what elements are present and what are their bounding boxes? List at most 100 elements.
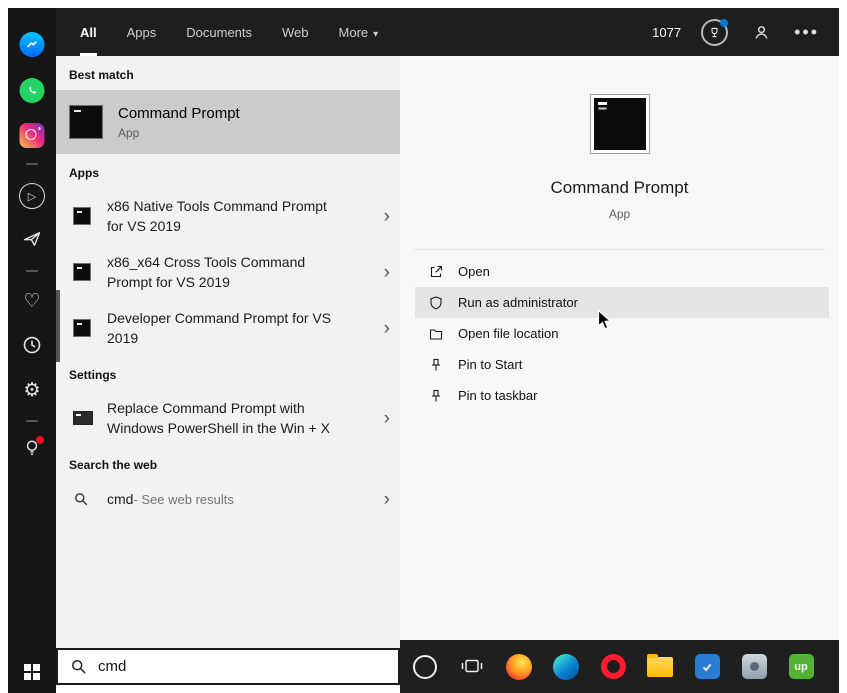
lightbulb-icon[interactable] <box>23 436 44 457</box>
start-button[interactable] <box>8 650 56 693</box>
action-label: Pin to taskbar <box>458 388 538 403</box>
chevron-down-icon <box>373 25 378 40</box>
whatsapp-icon[interactable] <box>19 78 45 103</box>
search-header: All Apps Documents Web More 1077 <box>56 8 839 56</box>
send-plane-icon[interactable] <box>22 229 42 249</box>
result-title: Developer Command Prompt for VS 2019 <box>107 310 332 346</box>
uipath-label: up <box>788 654 814 679</box>
pin-icon <box>432 389 440 401</box>
action-open-file-location[interactable]: Open file location <box>415 318 829 349</box>
result-preview-panel: Command Prompt App Open Run as administr… <box>400 56 839 640</box>
tab-more-label: More <box>338 24 369 40</box>
action-label: Open file location <box>458 326 559 341</box>
clock-icon[interactable] <box>22 335 42 355</box>
action-pin-to-start[interactable]: Pin to Start <box>415 349 829 380</box>
tab-apps[interactable]: Apps <box>127 8 157 56</box>
best-match-text: Command Prompt App <box>118 105 240 140</box>
best-match-label: Best match <box>69 68 134 82</box>
sidebar-divider <box>26 270 38 272</box>
result-item[interactable]: Replace Command Prompt with Windows Powe… <box>56 390 400 446</box>
tab-apps-label: Apps <box>126 24 157 40</box>
feedback-headset-icon[interactable] <box>748 19 774 45</box>
camera-dot-glyph <box>38 127 41 130</box>
firefox-icon[interactable] <box>506 653 532 680</box>
windows-search-screen: All Apps Documents Web More 1077 Best ma… <box>0 0 847 693</box>
taskbar: up <box>400 640 839 693</box>
command-prompt-large-icon <box>589 94 650 154</box>
camera-lens-glyph <box>25 129 37 140</box>
preview-title: Command Prompt <box>550 178 689 197</box>
left-app-sidebar <box>8 8 56 693</box>
search-web-section-label: Search the web <box>69 458 158 472</box>
chevron-right-icon <box>384 409 390 428</box>
tab-documents[interactable]: Documents <box>186 8 252 56</box>
apps-section-label: Apps <box>69 166 99 180</box>
gear-icon[interactable] <box>23 379 40 402</box>
chevron-right-icon <box>384 263 390 282</box>
chevron-right-icon <box>384 490 390 509</box>
phone-glyph <box>28 85 36 94</box>
check-app-icon[interactable] <box>694 654 720 680</box>
preview-type: App <box>608 207 631 221</box>
result-item[interactable]: Developer Command Prompt for VS 2019 <box>56 300 400 356</box>
file-explorer-icon[interactable] <box>647 653 673 680</box>
console-settings-icon <box>73 411 93 425</box>
open-icon <box>430 265 443 277</box>
shield-icon <box>430 295 442 309</box>
misc-app-icon[interactable] <box>741 654 767 680</box>
action-label: Open <box>458 264 490 279</box>
action-label: Run as administrator <box>458 295 578 310</box>
cortana-icon[interactable] <box>412 654 438 680</box>
folder-icon <box>429 328 443 340</box>
web-search-result[interactable]: cmd - See web results <box>56 480 400 518</box>
notification-badge <box>36 436 44 444</box>
messenger-icon[interactable] <box>19 32 45 57</box>
header-right-cluster: 1077 <box>652 8 839 56</box>
best-match-result[interactable]: Command Prompt App <box>56 90 400 154</box>
tab-more[interactable]: More <box>339 8 379 56</box>
result-title: Replace Command Prompt with Windows Powe… <box>107 400 330 436</box>
sidebar-divider <box>26 420 38 422</box>
best-match-type: App <box>118 125 140 140</box>
action-run-as-administrator[interactable]: Run as administrator <box>415 287 829 318</box>
lightning-glyph <box>27 41 37 48</box>
search-icon <box>72 660 86 674</box>
tab-all[interactable]: All <box>80 8 97 56</box>
rewards-icon[interactable] <box>701 18 729 46</box>
instagram-icon[interactable] <box>19 123 45 148</box>
search-icon <box>73 491 93 507</box>
action-pin-to-taskbar[interactable]: Pin to taskbar <box>415 380 829 411</box>
action-open[interactable]: Open <box>415 256 829 287</box>
more-options-icon[interactable] <box>794 22 819 43</box>
terminal-icon <box>73 319 93 337</box>
search-results-panel: Best match Command Prompt App Apps x86 N… <box>56 56 400 648</box>
result-item[interactable]: x86_x64 Cross Tools Command Prompt for V… <box>56 244 400 300</box>
search-input[interactable] <box>98 658 358 675</box>
result-title: x86_x64 Cross Tools Command Prompt for V… <box>107 254 306 290</box>
filter-tabs: All Apps Documents Web More <box>56 8 378 56</box>
play-circle-icon[interactable] <box>19 183 45 209</box>
chevron-right-icon <box>384 207 390 226</box>
terminal-icon <box>73 263 93 281</box>
action-label: Pin to Start <box>458 357 523 372</box>
tab-web[interactable]: Web <box>282 8 309 56</box>
pin-icon <box>432 358 440 370</box>
notification-badge <box>720 18 729 27</box>
uipath-icon[interactable]: up <box>788 654 814 680</box>
heart-icon[interactable] <box>23 290 40 313</box>
settings-section-label: Settings <box>69 368 117 382</box>
tab-all-label: All <box>80 24 97 40</box>
opera-icon[interactable] <box>600 654 626 680</box>
edge-icon[interactable] <box>553 653 579 680</box>
divider <box>414 249 825 250</box>
web-suffix: - See web results <box>133 491 234 507</box>
windows-logo-icon <box>24 663 40 680</box>
mouse-cursor <box>597 309 612 330</box>
taskbar-search-box[interactable] <box>56 648 400 685</box>
task-view-icon[interactable] <box>459 654 485 680</box>
result-item[interactable]: x86 Native Tools Command Prompt for VS 2… <box>56 188 400 244</box>
results-scrollbar-thumb[interactable] <box>56 290 60 362</box>
command-prompt-icon <box>69 105 103 139</box>
best-match-title: Command Prompt <box>118 104 240 122</box>
web-query: cmd <box>107 491 134 507</box>
